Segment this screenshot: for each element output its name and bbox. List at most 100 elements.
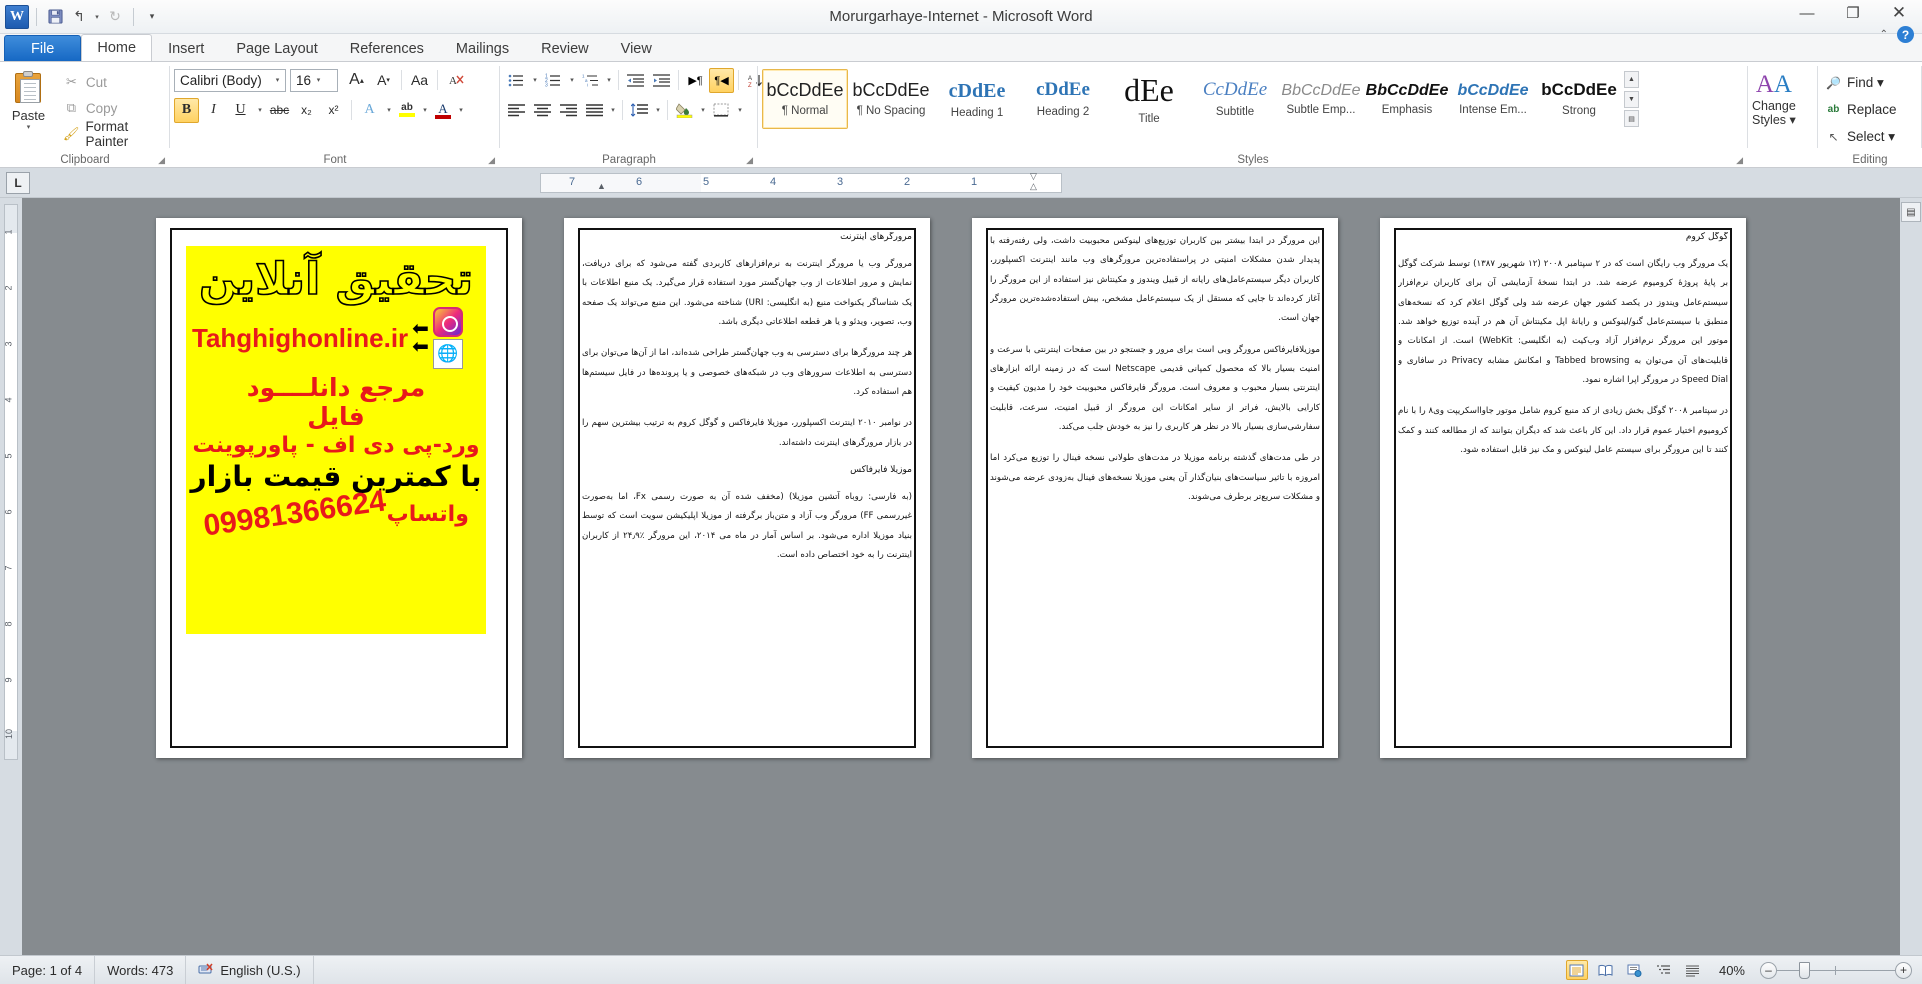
- view-outline-button[interactable]: [1653, 960, 1675, 980]
- vertical-ruler[interactable]: 1 2 3 4 5 6 7 8 9 10: [0, 198, 22, 955]
- paste-dropdown-arrow[interactable]: ▾: [23, 123, 33, 131]
- underline-dropdown-arrow[interactable]: ▾: [255, 106, 265, 114]
- zoom-level[interactable]: 40%: [1711, 963, 1753, 978]
- style-intense-emphasis[interactable]: bCcDdEe Intense Em...: [1450, 69, 1536, 129]
- strikethrough-button[interactable]: abc: [267, 98, 292, 123]
- tab-references[interactable]: References: [334, 36, 440, 61]
- zoom-slider[interactable]: – +: [1760, 961, 1912, 979]
- text-effects-dropdown-arrow[interactable]: ▾: [384, 106, 394, 114]
- style-normal[interactable]: bCcDdEe ¶ Normal: [762, 69, 848, 129]
- style-emphasis[interactable]: BbCcDdEe Emphasis: [1364, 69, 1450, 129]
- bullets-dropdown-arrow[interactable]: ▾: [530, 76, 540, 84]
- line-spacing-icon[interactable]: [627, 98, 652, 123]
- word-count[interactable]: Words: 473: [95, 956, 187, 984]
- font-color-button[interactable]: A: [432, 98, 454, 123]
- highlight-color-button[interactable]: ab: [396, 98, 418, 123]
- align-right-icon[interactable]: [556, 98, 581, 123]
- styles-dialog-launcher[interactable]: ◢: [1736, 155, 1743, 166]
- numbering-dropdown-arrow[interactable]: ▾: [567, 76, 577, 84]
- style-heading-2[interactable]: cDdEe Heading 2: [1020, 69, 1106, 129]
- decrease-indent-icon[interactable]: [623, 68, 648, 93]
- zoom-out-button[interactable]: –: [1760, 961, 1777, 979]
- select-button[interactable]: ↖ Select ▾: [1822, 124, 1898, 149]
- page-4-content[interactable]: گوگل کروم یک مرورگر وب رایگان است که در …: [1398, 232, 1728, 744]
- proofing-status[interactable]: English (U.S.): [186, 956, 314, 984]
- shrink-font-icon[interactable]: A ▾: [371, 68, 396, 93]
- align-left-icon[interactable]: [504, 98, 529, 123]
- document-page-2[interactable]: مرورگرهای اینترنت مرورگر وب یا مرورگر ای…: [564, 218, 930, 758]
- format-painter-button[interactable]: 🖌 Format Painter: [59, 119, 164, 149]
- tab-page-layout[interactable]: Page Layout: [220, 36, 333, 61]
- tab-mailings[interactable]: Mailings: [440, 36, 525, 61]
- italic-button[interactable]: I: [201, 98, 226, 123]
- increase-indent-icon[interactable]: [649, 68, 674, 93]
- replace-button[interactable]: ab Replace: [1822, 97, 1900, 122]
- page-indicator[interactable]: Page: 1 of 4: [0, 956, 96, 984]
- ltr-text-direction-icon[interactable]: ▶¶: [683, 68, 708, 93]
- rtl-text-direction-icon[interactable]: ¶◀: [709, 67, 734, 93]
- borders-dropdown-arrow[interactable]: ▾: [735, 106, 745, 114]
- copy-button[interactable]: ⧉ Copy: [59, 97, 164, 119]
- help-icon[interactable]: ?: [1897, 26, 1914, 43]
- style-subtle-emphasis[interactable]: BbCcDdEe Subtle Emp...: [1278, 69, 1364, 129]
- horizontal-ruler[interactable]: 7 6 5 4 3 2 1 ▲ ▽ △: [540, 171, 1062, 193]
- zoom-in-button[interactable]: +: [1895, 961, 1912, 979]
- style-title[interactable]: dEe Title: [1106, 69, 1192, 129]
- numbering-icon[interactable]: 123: [541, 68, 566, 93]
- collapse-ribbon-icon[interactable]: ⌃: [1880, 29, 1888, 40]
- toggle-side-panel-button[interactable]: ▤: [1901, 202, 1921, 222]
- word-logo-icon[interactable]: W: [5, 4, 29, 29]
- cut-button[interactable]: ✂ Cut: [59, 71, 164, 93]
- change-styles-button[interactable]: AA Change Styles ▾: [1752, 67, 1796, 128]
- view-web-layout-button[interactable]: [1624, 960, 1646, 980]
- paste-button[interactable]: Paste ▾: [4, 67, 53, 131]
- close-button[interactable]: ✕: [1876, 0, 1922, 26]
- shading-dropdown-arrow[interactable]: ▾: [698, 106, 708, 114]
- style-heading-1[interactable]: cDdEe Heading 1: [934, 69, 1020, 129]
- undo-icon[interactable]: ↰: [68, 6, 90, 28]
- indent-marker-left[interactable]: ▲: [597, 181, 606, 191]
- tab-insert[interactable]: Insert: [152, 36, 220, 61]
- bullets-icon[interactable]: [504, 68, 529, 93]
- document-page-4[interactable]: گوگل کروم یک مرورگر وب رایگان است که در …: [1380, 218, 1746, 758]
- view-print-layout-button[interactable]: [1565, 960, 1588, 980]
- clipboard-dialog-launcher[interactable]: ◢: [158, 155, 165, 166]
- save-icon[interactable]: [44, 6, 66, 28]
- font-dialog-launcher[interactable]: ◢: [488, 155, 495, 166]
- change-case-icon[interactable]: Aa: [407, 68, 432, 93]
- styles-scroll-down-button[interactable]: ▼: [1624, 90, 1639, 108]
- text-effects-icon[interactable]: A: [357, 98, 382, 123]
- view-full-screen-reading-button[interactable]: [1595, 960, 1617, 980]
- font-size-input[interactable]: 16 ▾: [290, 68, 338, 92]
- styles-scroll-up-button[interactable]: ▲: [1624, 71, 1639, 88]
- style-strong[interactable]: bCcDdEe Strong: [1536, 69, 1622, 129]
- tab-review[interactable]: Review: [525, 36, 605, 61]
- tab-file[interactable]: File: [4, 35, 82, 61]
- minimize-button[interactable]: —: [1784, 0, 1830, 26]
- undo-dropdown-arrow[interactable]: ▾: [92, 13, 102, 21]
- clear-formatting-icon[interactable]: A: [443, 68, 468, 93]
- zoom-track[interactable]: [1777, 961, 1895, 979]
- advertisement-image[interactable]: تحقیق آنلاین Tahghighonline.ir ⬅ ⬅ 🌐 مرجع…: [186, 246, 486, 634]
- customize-qat-icon[interactable]: ▾: [141, 6, 163, 28]
- line-spacing-dropdown-arrow[interactable]: ▾: [653, 106, 663, 114]
- superscript-button[interactable]: x²: [321, 98, 346, 123]
- font-color-dropdown-arrow[interactable]: ▾: [456, 106, 466, 114]
- font-size-dropdown-arrow[interactable]: ▾: [311, 76, 326, 84]
- restore-button[interactable]: ❐: [1830, 0, 1876, 26]
- font-name-dropdown-arrow[interactable]: ▾: [270, 76, 285, 84]
- bold-button[interactable]: B: [174, 97, 199, 123]
- tab-stop-selector[interactable]: L: [6, 171, 30, 194]
- shading-icon[interactable]: [672, 98, 697, 123]
- zoom-thumb[interactable]: [1799, 961, 1810, 979]
- find-button[interactable]: 🔎 Find ▾: [1822, 70, 1887, 95]
- subscript-button[interactable]: x₂: [294, 98, 319, 123]
- document-page-1[interactable]: تحقیق آنلاین Tahghighonline.ir ⬅ ⬅ 🌐 مرجع…: [156, 218, 522, 758]
- font-name-input[interactable]: Calibri (Body) ▾: [174, 68, 286, 92]
- style-no-spacing[interactable]: bCcDdEe ¶ No Spacing: [848, 69, 934, 129]
- page-3-content[interactable]: این مرورگر در ابتدا بیشتر بین کاربران تو…: [990, 232, 1320, 744]
- justify-icon[interactable]: [582, 98, 607, 123]
- styles-more-button[interactable]: ▤: [1624, 110, 1639, 127]
- highlight-dropdown-arrow[interactable]: ▾: [420, 106, 430, 114]
- justify-dropdown-arrow[interactable]: ▾: [608, 106, 618, 114]
